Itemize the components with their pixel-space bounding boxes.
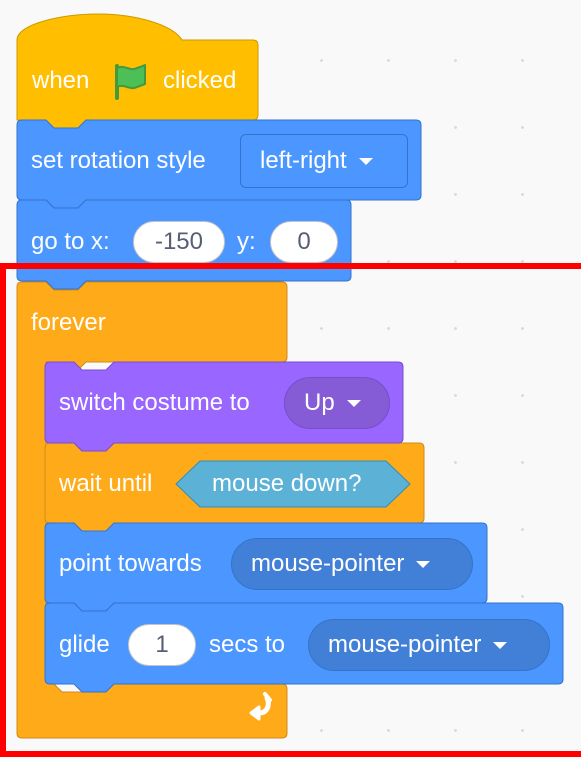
set-rotation-style-label: set rotation style	[31, 147, 206, 174]
green-flag-icon	[115, 64, 146, 100]
dropdown-caret-icon	[358, 157, 373, 165]
rotation-style-value: left-right	[260, 147, 347, 174]
y-value: 0	[297, 228, 311, 255]
go-to-x-label: go to x:	[31, 228, 110, 255]
highlight-box	[0, 263, 581, 757]
y-label: y:	[237, 228, 256, 255]
y-value-input[interactable]: 0	[270, 221, 338, 263]
rotation-style-dropdown[interactable]: left-right	[240, 134, 408, 188]
x-value-input[interactable]: -150	[133, 221, 225, 263]
clicked-label: clicked	[163, 67, 237, 94]
x-value: -150	[154, 228, 204, 255]
when-label: when	[32, 67, 90, 94]
